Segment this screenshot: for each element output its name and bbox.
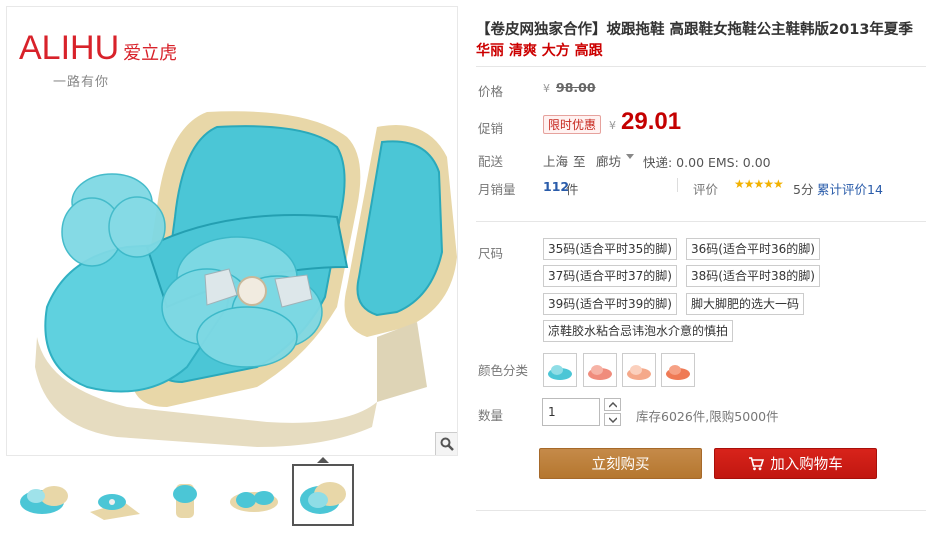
- thumbnail-sandal-image: [300, 482, 346, 514]
- monthly-sales-unit: 件: [566, 182, 579, 197]
- main-product-image[interactable]: ALIHU 爱立虎 一路有你: [6, 6, 458, 456]
- size-option-size-up[interactable]: 脚大脚肥的选大一码: [686, 293, 805, 315]
- size-label: 尺码: [478, 246, 504, 261]
- buy-now-label: 立刻购买: [591, 457, 650, 473]
- divider: [677, 178, 678, 192]
- promo-currency-symbol: ¥: [609, 119, 616, 132]
- chevron-up-icon: [608, 401, 617, 408]
- color-swatch-orange[interactable]: [661, 353, 695, 387]
- size-option-35[interactable]: 35码(适合平时35的脚): [543, 238, 677, 260]
- shipping-label: 配送: [478, 154, 504, 169]
- thumbnail-sandal-image: [173, 484, 197, 518]
- magnifier-icon: [440, 437, 454, 451]
- color-swatch-image: [627, 365, 651, 380]
- color-swatch-image: [666, 365, 690, 380]
- promo-label: 促销: [478, 121, 504, 136]
- size-option-39[interactable]: 39码(适合平时39的脚): [543, 293, 677, 315]
- promo-badge: 限时优惠: [543, 115, 602, 134]
- color-swatch-image: [548, 365, 572, 380]
- monthly-sales-label: 月销量: [478, 182, 516, 197]
- divider: [476, 221, 926, 222]
- selected-thumbnail-caret: [317, 457, 329, 463]
- price-label: 价格: [478, 84, 504, 99]
- thumbnail-sandal-image: [90, 494, 140, 520]
- star-rating-icon: ★★★★★: [734, 177, 784, 191]
- quantity-input[interactable]: [542, 398, 600, 426]
- sandal-illustration: [35, 111, 457, 447]
- rating-score: 5分: [793, 182, 814, 197]
- buy-now-button[interactable]: 立刻购买: [539, 448, 702, 479]
- shipping-fees: 快递: 0.00 EMS: 0.00: [643, 155, 771, 170]
- shipping-to-word: 至: [573, 154, 586, 169]
- divider: [476, 510, 926, 511]
- size-option-36[interactable]: 36码(适合平时36的脚): [686, 238, 820, 260]
- product-subtitle: 华丽 清爽 大方 高跟: [476, 43, 603, 59]
- shopping-cart-icon: [749, 457, 765, 471]
- chevron-down-icon: [608, 416, 617, 423]
- thumbnail-4[interactable]: [224, 464, 286, 526]
- thumbnail-2[interactable]: [84, 464, 146, 526]
- size-option-38[interactable]: 38码(适合平时38的脚): [686, 265, 820, 287]
- thumbnail-1[interactable]: [14, 464, 76, 526]
- thumbnail-sandal-image: [20, 486, 68, 514]
- color-label: 颜色分类: [478, 363, 529, 378]
- stock-info: 库存6026件,限购5000件: [636, 409, 779, 424]
- quantity-increase-button[interactable]: [604, 398, 621, 411]
- original-price: 98.00: [556, 80, 596, 95]
- size-option-glue-notice[interactable]: 凉鞋胶水粘合忌讳泡水介意的慎拍: [543, 320, 734, 342]
- color-swatch-peach[interactable]: [622, 353, 656, 387]
- color-swatch-image: [588, 365, 612, 380]
- review-count-link[interactable]: 累计评价14: [817, 179, 883, 198]
- quantity-label: 数量: [478, 408, 504, 423]
- add-to-cart-label: 加入购物车: [770, 457, 843, 473]
- product-title: 【卷皮网独家合作】坡跟拖鞋 高跟鞋女拖鞋公主鞋韩版2013年夏季: [476, 22, 913, 38]
- shipping-from: 上海: [543, 154, 569, 169]
- shipping-destination-select[interactable]: 廊坊: [596, 151, 621, 170]
- color-swatch-blue[interactable]: [543, 353, 577, 387]
- rating-label: 评价: [693, 182, 719, 197]
- divider: [476, 66, 926, 67]
- promo-price: 29.01: [621, 108, 682, 135]
- color-swatch-pink[interactable]: [583, 353, 617, 387]
- thumbnail-sandal-image: [230, 491, 278, 512]
- thumbnail-strip: [6, 457, 458, 530]
- size-option-37[interactable]: 37码(适合平时37的脚): [543, 265, 677, 287]
- chevron-down-icon[interactable]: [626, 154, 634, 159]
- currency-symbol: ¥: [543, 82, 550, 95]
- quantity-decrease-button[interactable]: [604, 413, 621, 426]
- zoom-button[interactable]: [435, 432, 457, 455]
- add-to-cart-button[interactable]: 加入购物车: [714, 448, 877, 479]
- thumbnail-5-selected[interactable]: [292, 464, 354, 526]
- thumbnail-3[interactable]: [154, 464, 216, 526]
